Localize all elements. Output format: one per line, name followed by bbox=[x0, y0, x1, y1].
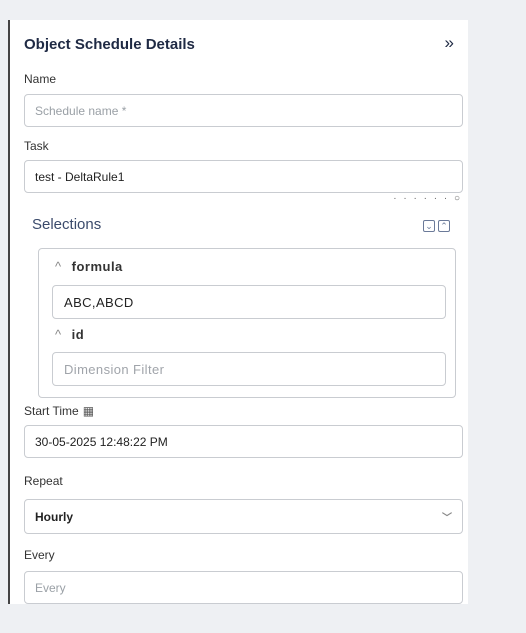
repeat-select[interactable]: Hourly ﹀ bbox=[24, 499, 463, 534]
start-time-value: 30-05-2025 12:48:22 PM bbox=[35, 434, 168, 449]
dimension-filter-input[interactable]: Dimension Filter bbox=[52, 352, 446, 386]
task-field[interactable]: test - DeltaRule1 bbox=[24, 160, 463, 193]
schedule-name-placeholder: Schedule name * bbox=[35, 103, 127, 118]
object-schedule-panel: Object Schedule Details » Name Schedule … bbox=[8, 20, 468, 604]
chevron-up-icon: ^ bbox=[55, 327, 62, 342]
chevron-down-icon: ﹀ bbox=[442, 513, 452, 524]
chevron-up-icon: ^ bbox=[55, 259, 62, 274]
expand-all-icon[interactable]: ⌄ bbox=[423, 220, 435, 232]
selections-controls: ⌄ ⌃ bbox=[423, 220, 450, 232]
task-label: Task bbox=[24, 139, 49, 153]
every-label: Every bbox=[24, 548, 55, 562]
start-time-input[interactable]: 30-05-2025 12:48:22 PM bbox=[24, 425, 463, 458]
repeat-value: Hourly bbox=[35, 509, 74, 524]
formula-label[interactable]: ^ formula bbox=[55, 259, 123, 274]
selections-title: Selections bbox=[32, 216, 102, 233]
panel-title: Object Schedule Details bbox=[24, 36, 195, 53]
formula-filter-input[interactable]: ABC,ABCD bbox=[52, 285, 446, 319]
id-label-text: id bbox=[71, 327, 85, 342]
formula-label-text: formula bbox=[71, 259, 123, 274]
start-time-label: Start Time ▦ bbox=[24, 404, 94, 418]
every-input[interactable]: Every bbox=[24, 571, 463, 604]
every-placeholder: Every bbox=[35, 580, 66, 595]
calendar-icon[interactable]: ▦ bbox=[83, 404, 94, 418]
schedule-name-input[interactable]: Schedule name * bbox=[24, 94, 463, 127]
start-time-label-text: Start Time bbox=[24, 404, 79, 418]
task-value: test - DeltaRule1 bbox=[35, 169, 125, 184]
loading-hint: · · · · · · ○ bbox=[393, 193, 462, 204]
name-label: Name bbox=[24, 72, 57, 86]
collapse-all-icon[interactable]: ⌃ bbox=[438, 220, 450, 232]
dimension-filter-placeholder: Dimension Filter bbox=[64, 361, 165, 377]
selections-box: ^ formula ABC,ABCD ^ id Dimension Filter bbox=[38, 248, 456, 398]
repeat-label: Repeat bbox=[24, 474, 63, 488]
formula-value: ABC,ABCD bbox=[64, 294, 134, 310]
id-label[interactable]: ^ id bbox=[55, 327, 84, 342]
collapse-panel-icon[interactable]: » bbox=[445, 33, 454, 53]
